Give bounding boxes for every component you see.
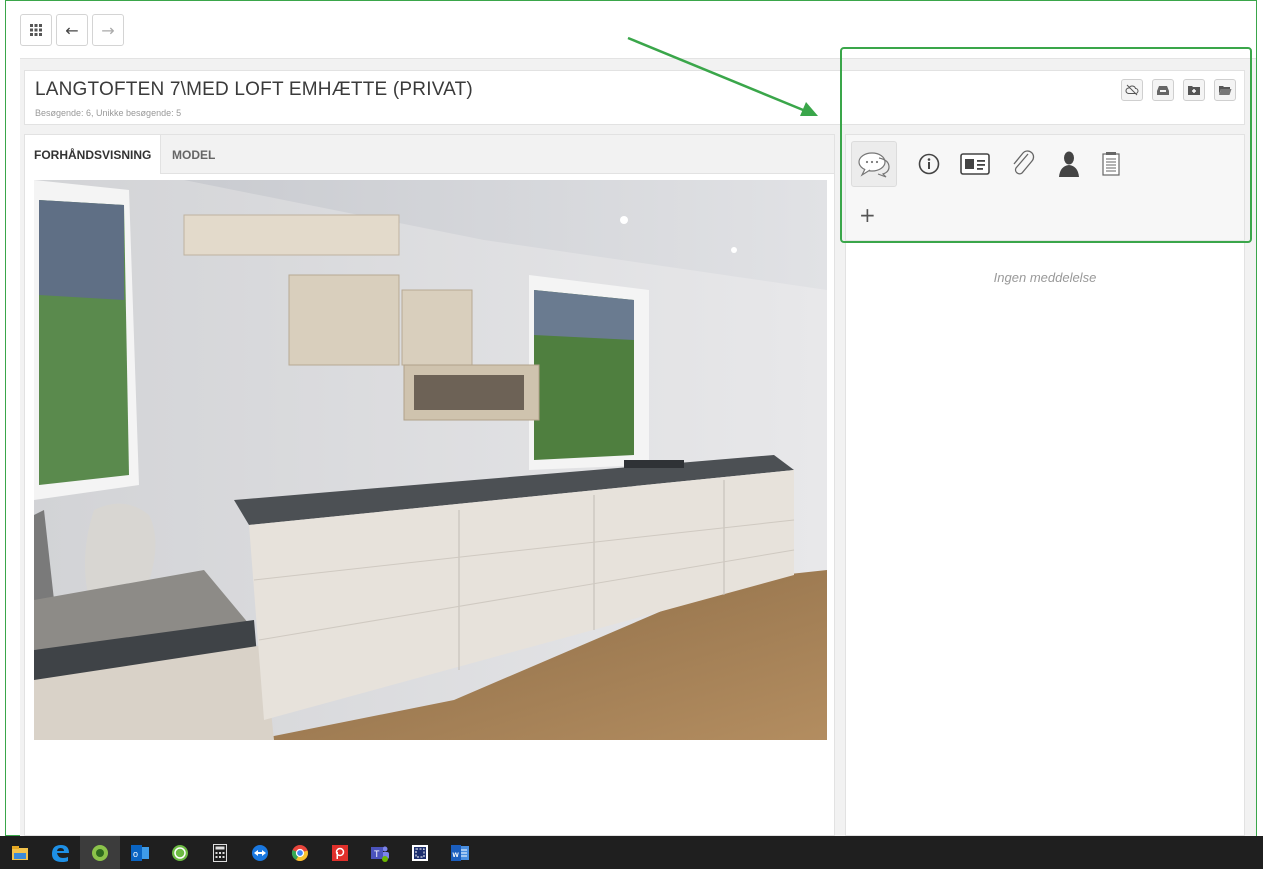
notepad-icon	[1102, 152, 1120, 176]
document-header: LANGTOFTEN 7\MED LOFT EMHÆTTE (PRIVAT) B…	[24, 70, 1245, 125]
calculator-icon	[213, 843, 227, 862]
word-icon: w	[451, 844, 469, 861]
taskbar-calculator[interactable]	[200, 836, 240, 869]
taskbar-file-explorer[interactable]	[0, 836, 40, 869]
svg-text:w: w	[452, 850, 460, 859]
user-icon	[1059, 151, 1079, 177]
notes-tab[interactable]	[1088, 141, 1134, 187]
taskbar-outlook[interactable]: o	[120, 836, 160, 869]
header-actions	[1121, 79, 1236, 101]
teamviewer-icon	[252, 844, 268, 861]
tab-preview[interactable]: FORHÅNDSVISNING	[25, 135, 162, 174]
visitor-stats: Besøgende: 6, Unikke besøgende: 5	[35, 108, 182, 118]
taskbar-screen-capture[interactable]	[400, 836, 440, 869]
forward-button[interactable]: →	[92, 14, 124, 46]
cloud-off-button[interactable]	[1121, 79, 1143, 101]
apps-grid-button[interactable]	[20, 14, 52, 46]
comments-tab[interactable]	[851, 141, 897, 187]
folder-open-icon	[1219, 86, 1232, 95]
taskbar-app-circle[interactable]	[160, 836, 200, 869]
taskbar-chrome[interactable]	[280, 836, 320, 869]
side-panel-tabs	[846, 135, 1244, 193]
open-folder-button[interactable]	[1214, 79, 1236, 101]
taskbar-pdf[interactable]	[320, 836, 360, 869]
apps-grid-icon	[30, 24, 42, 36]
chrome-icon	[291, 844, 308, 861]
contact-tab[interactable]	[952, 141, 998, 187]
side-panel: + Ingen meddelelse	[845, 134, 1245, 836]
pdf-icon	[332, 844, 348, 861]
new-folder-button[interactable]	[1183, 79, 1205, 101]
page-title: LANGTOFTEN 7\MED LOFT EMHÆTTE (PRIVAT)	[35, 79, 473, 100]
taskbar-word[interactable]: w	[440, 836, 480, 869]
windows-taskbar: o T w	[0, 836, 1263, 869]
edge-icon	[52, 844, 69, 862]
folder-plus-icon	[1188, 86, 1200, 95]
inbox-button[interactable]	[1152, 79, 1174, 101]
file-explorer-icon	[12, 845, 28, 860]
kitchen-render-image	[34, 180, 827, 740]
teams-icon: T	[371, 846, 389, 862]
taskbar-edge[interactable]	[40, 836, 80, 869]
taskbar-teamviewer[interactable]	[240, 836, 280, 869]
app-green-icon	[92, 844, 108, 861]
taskbar-teams[interactable]: T	[360, 836, 400, 869]
back-button[interactable]: ←	[56, 14, 88, 46]
empty-messages-text: Ingen meddelelse	[993, 270, 1097, 285]
app-circle-icon	[172, 844, 188, 861]
info-icon	[918, 153, 940, 175]
taskbar-app-green[interactable]	[80, 836, 120, 869]
back-arrow-icon: ←	[65, 20, 79, 40]
contact-card-icon	[960, 153, 990, 175]
inbox-icon	[1157, 86, 1169, 95]
chat-icon	[858, 152, 890, 178]
add-message-button[interactable]: +	[859, 203, 876, 227]
paperclip-icon	[1013, 150, 1035, 175]
forward-arrow-icon: →	[101, 20, 115, 40]
info-tab[interactable]	[906, 141, 952, 187]
preview-panel: FORHÅNDSVISNING MODEL	[24, 134, 835, 836]
screen-capture-icon	[412, 844, 428, 861]
svg-text:T: T	[374, 849, 380, 859]
user-tab[interactable]	[1046, 141, 1092, 187]
attachments-tab[interactable]	[1000, 141, 1046, 187]
preview-tabs: FORHÅNDSVISNING MODEL	[25, 135, 834, 174]
cloud-off-icon	[1125, 84, 1139, 96]
top-toolbar: ← →	[20, 14, 124, 48]
add-message-row: +	[846, 192, 1244, 241]
tab-model[interactable]: MODEL	[163, 135, 224, 173]
outlook-icon: o	[131, 844, 149, 861]
svg-text:o: o	[133, 849, 138, 859]
